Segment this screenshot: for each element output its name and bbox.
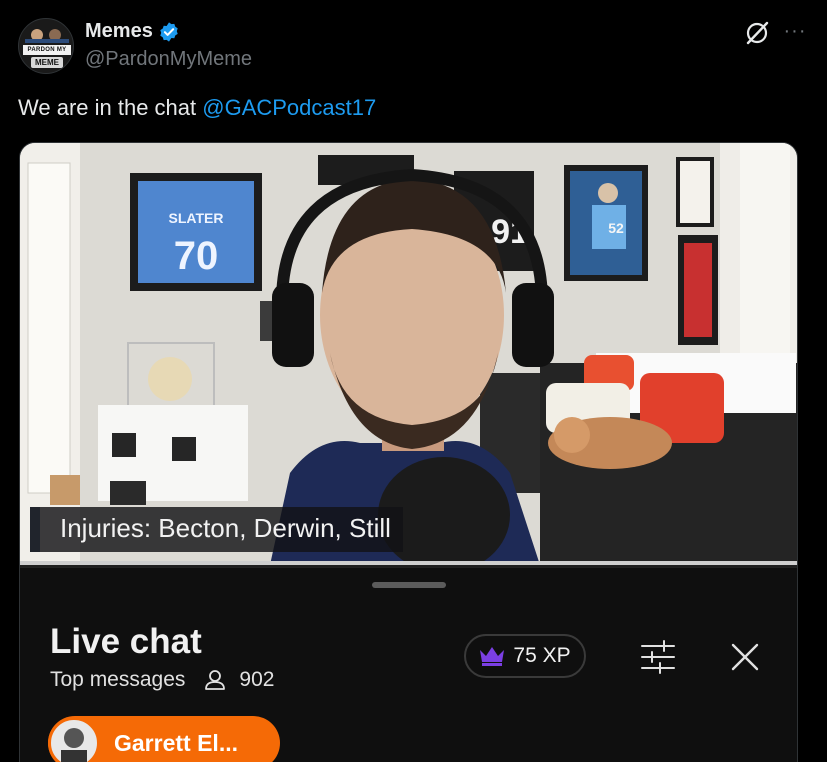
viewers-icon — [205, 670, 226, 690]
xp-button[interactable]: 75 XP — [464, 634, 586, 678]
grok-icon[interactable] — [744, 20, 770, 46]
handle[interactable]: @PardonMyMeme — [85, 48, 252, 71]
video-frame[interactable]: SLATER 70 91 52 Injuries: Becton, Derwin… — [20, 143, 797, 565]
chip-avatar — [48, 717, 100, 762]
chip-username: Garrett El... — [114, 729, 238, 756]
close-icon[interactable] — [728, 640, 762, 674]
verified-badge-icon[interactable] — [158, 21, 180, 43]
tweet-text-body: We are in the chat — [18, 95, 203, 120]
crown-icon — [480, 647, 505, 666]
display-name[interactable]: Memes — [85, 20, 153, 43]
xp-label: 75 XP — [513, 644, 571, 667]
chat-title: Live chat — [50, 622, 202, 661]
live-chat-panel: Live chat Top messages 902 75 XP Garrett… — [20, 567, 797, 762]
poster-number: 52 — [608, 220, 624, 236]
avatar[interactable]: PARDON MY MEME — [18, 18, 74, 74]
drag-handle[interactable] — [372, 582, 446, 588]
more-options-icon[interactable]: ··· — [782, 21, 808, 44]
jersey-number: 70 — [174, 234, 219, 278]
jersey-name: SLATER — [169, 210, 224, 226]
avatar-band-text: PARDON MY — [23, 45, 71, 55]
avatar-art — [25, 29, 69, 43]
viewer-count: 902 — [239, 668, 275, 691]
tweet-text: We are in the chat @GACPodcast17 — [18, 95, 376, 121]
media-card[interactable]: SLATER 70 91 52 Injuries: Becton, Derwin… — [19, 142, 798, 762]
mention-link[interactable]: @GACPodcast17 — [202, 95, 376, 120]
chat-filter-row[interactable]: Top messages 902 — [50, 668, 274, 692]
chat-settings-icon[interactable] — [640, 640, 676, 674]
chip-avatar-art — [61, 728, 87, 762]
name-row: Memes — [85, 20, 180, 43]
video-scene: SLATER 70 91 52 — [20, 143, 797, 565]
post-header: PARDON MY MEME Memes @PardonMyMeme ··· — [18, 18, 808, 76]
user-chip[interactable]: Garrett El... — [48, 716, 280, 762]
avatar-meme-text: MEME — [31, 57, 63, 68]
chat-subtitle[interactable]: Top messages — [50, 668, 185, 692]
video-caption: Injuries: Becton, Derwin, Still — [30, 507, 403, 552]
